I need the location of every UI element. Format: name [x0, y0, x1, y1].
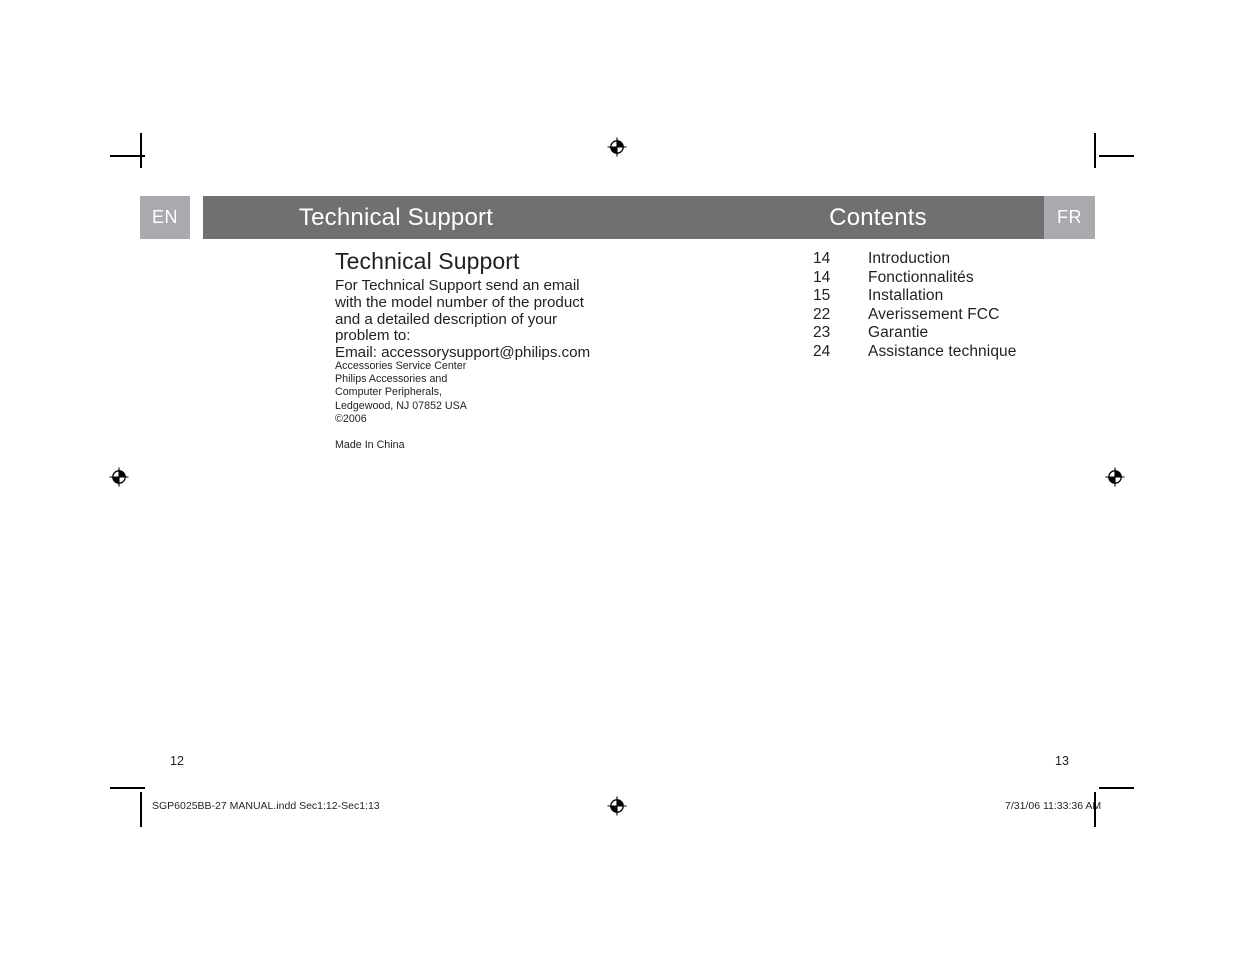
contents-entry-label: Assistance technique	[868, 342, 1017, 360]
contents-list: 14 Introduction 14 Fonctionnalités 15 In…	[813, 250, 1016, 362]
registration-target-icon	[1104, 466, 1126, 488]
right-page-header-title: Contents	[829, 203, 927, 231]
contents-page-number: 15	[813, 287, 831, 305]
contents-entry-label: Fonctionnalités	[868, 268, 974, 286]
folio-left: 12	[170, 754, 184, 768]
contents-entry[interactable]: 15 Installation	[813, 287, 1016, 306]
contents-entry[interactable]: 22 Averissement FCC	[813, 306, 1016, 325]
support-instructions-paragraph: For Technical Support send an email with…	[335, 277, 584, 345]
contents-entry[interactable]: 14 Fonctionnalités	[813, 269, 1016, 288]
footer-rule-right	[1094, 793, 1096, 823]
contents-entry-label: Averissement FCC	[868, 305, 1000, 323]
language-tab-en: EN	[140, 196, 190, 239]
crop-mark-icon	[140, 133, 142, 168]
contents-entry-label: Garantie	[868, 324, 929, 342]
address-spacer	[335, 426, 575, 439]
contents-page-number: 22	[813, 305, 831, 323]
left-page-header-title: Technical Support	[298, 203, 494, 231]
contents-entry[interactable]: 14 Introduction	[813, 250, 1016, 269]
origin-line: Made In China	[335, 439, 405, 452]
print-filename: SGP6025BB-27 MANUAL.indd Sec1:12-Sec1:13	[152, 800, 380, 812]
registration-target-icon	[606, 795, 628, 817]
service-center-address: Accessories Service Center Philips Acces…	[335, 360, 575, 452]
crop-mark-icon	[1099, 155, 1134, 157]
left-page-header-bar: Technical Support	[203, 196, 659, 239]
address-line: Philips Accessories and	[335, 373, 448, 386]
print-timestamp: 7/31/06 11:33:36 AM	[1005, 800, 1102, 812]
crop-mark-icon	[1099, 787, 1134, 789]
contents-entry[interactable]: 24 Assistance technique	[813, 343, 1016, 362]
contents-page-number: 14	[813, 268, 831, 286]
language-tab-fr: FR	[1044, 196, 1095, 239]
contents-entry-label: Installation	[868, 287, 944, 305]
technical-support-heading: Technical Support	[335, 248, 520, 274]
footer-rule-left	[140, 793, 142, 823]
contents-entry-label: Introduction	[868, 250, 951, 267]
address-line: Ledgewood, NJ 07852 USA	[335, 399, 467, 412]
right-page-header-bar: Contents	[645, 196, 1071, 239]
contents-page-number: 23	[813, 324, 831, 342]
printed-spread: EN Technical Support Technical Support F…	[0, 0, 1235, 954]
folio-right: 13	[1055, 754, 1069, 768]
contents-entry[interactable]: 23 Garantie	[813, 324, 1016, 343]
address-line: Computer Peripherals,	[335, 386, 442, 399]
technical-support-body: For Technical Support send an email with…	[335, 277, 593, 362]
registration-target-icon	[108, 466, 130, 488]
crop-mark-icon	[110, 787, 145, 789]
address-line: Accessories Service Center	[335, 360, 467, 372]
contents-page-number: 14	[813, 250, 831, 267]
contents-page-number: 24	[813, 342, 831, 360]
crop-mark-icon	[1094, 133, 1096, 168]
registration-target-icon	[606, 136, 628, 158]
copyright-line: ©2006	[335, 412, 367, 425]
